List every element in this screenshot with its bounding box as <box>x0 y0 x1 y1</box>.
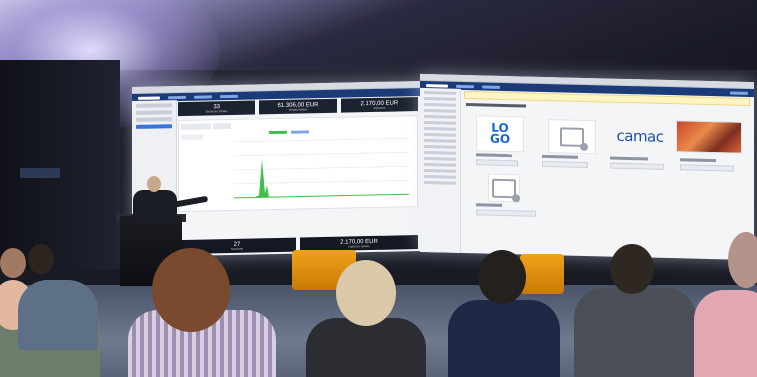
audience-head <box>478 250 526 304</box>
left-wall <box>0 60 120 270</box>
sidebar-item <box>424 127 456 131</box>
section-title <box>466 103 526 108</box>
audience-head <box>728 232 757 288</box>
sidebar-item <box>136 103 172 108</box>
wall-sign <box>20 168 60 178</box>
kpi-label: Sesiones totales <box>205 108 228 113</box>
image-field <box>476 209 536 217</box>
photo-card <box>676 120 742 154</box>
kpi-card: 33 Sesiones totales <box>178 100 256 117</box>
header-nav-item <box>456 84 474 88</box>
app-sidebar <box>420 87 461 259</box>
sidebar-item <box>424 115 456 119</box>
audience-head <box>28 244 54 274</box>
logo-image: LO GO <box>489 121 511 147</box>
sidebar-item <box>424 175 456 179</box>
audience-member <box>574 288 696 377</box>
filter-field <box>181 134 203 141</box>
legend-swatch <box>291 130 309 134</box>
header-nav-item <box>168 95 186 99</box>
image-icon <box>560 126 584 147</box>
kpi-label: Ingresos totales <box>348 243 370 249</box>
sidebar-item <box>424 139 456 143</box>
image-placeholder-card <box>548 119 596 155</box>
brand-caption <box>610 156 648 161</box>
kpi-label: Ingresos <box>373 105 386 110</box>
sidebar-item <box>424 169 456 173</box>
sidebar-item-active <box>136 124 172 129</box>
audience-member <box>306 318 426 377</box>
sales-chart <box>181 122 409 199</box>
sidebar-item <box>424 91 456 95</box>
audience-head <box>610 244 654 294</box>
filter-chip <box>181 123 211 131</box>
chart-panel <box>178 115 418 213</box>
audience-member <box>448 300 560 377</box>
header-logo <box>426 83 448 88</box>
sidebar-item <box>424 157 456 161</box>
kpi-card: 61.306,00 EUR Ventas totales <box>259 98 337 115</box>
sidebar-item <box>424 109 456 113</box>
sidebar-item <box>424 121 456 125</box>
sidebar-item <box>424 103 456 107</box>
image-icon <box>492 178 516 198</box>
dashboard-main: 33 Sesiones totales 61.306,00 EUR Ventas… <box>178 97 418 256</box>
brand-card: camac <box>606 120 674 152</box>
brand-field <box>610 162 664 170</box>
presenter-head <box>147 176 161 192</box>
header-nav-item <box>730 90 748 95</box>
kpi-label: Ventas totales <box>288 106 308 112</box>
logo-field <box>476 159 518 167</box>
right-projection-screen: LO GO camac <box>420 73 754 261</box>
filter-chip <box>213 122 231 130</box>
sidebar-item <box>424 163 456 167</box>
logo-line: GO <box>489 131 511 147</box>
brand-logo: camac <box>616 126 664 146</box>
logo-caption <box>476 153 512 158</box>
header-logo <box>138 95 160 100</box>
image-caption <box>476 203 502 207</box>
sidebar-item <box>424 145 456 149</box>
photo-caption <box>680 158 716 163</box>
photo-field <box>680 164 734 172</box>
logo-card: LO GO <box>476 115 524 153</box>
image-field <box>542 160 588 169</box>
chart-series-area <box>234 159 409 198</box>
conference-photo: 33 Sesiones totales 61.306,00 EUR Ventas… <box>0 0 757 377</box>
header-nav-item <box>194 94 212 99</box>
image-caption <box>542 154 578 159</box>
kpi-label: Sesiones <box>230 246 244 251</box>
image-placeholder-card <box>488 173 520 203</box>
audience-head <box>336 260 396 326</box>
sidebar-item <box>136 117 172 122</box>
sidebar-item <box>424 181 456 185</box>
header-nav-item <box>220 94 238 98</box>
audience-member <box>18 280 98 350</box>
sidebar-item <box>424 133 456 137</box>
sidebar-item <box>424 151 456 155</box>
orange-chair <box>520 254 564 294</box>
kpi-card: 2.170,00 EUR Ingresos <box>340 97 418 113</box>
audience-member <box>694 290 757 377</box>
audience-head <box>0 248 26 278</box>
header-nav-item <box>482 84 500 89</box>
legend-swatch <box>269 130 287 135</box>
sidebar-item <box>424 97 456 101</box>
audience-head <box>152 248 230 332</box>
sidebar-item <box>136 110 172 115</box>
